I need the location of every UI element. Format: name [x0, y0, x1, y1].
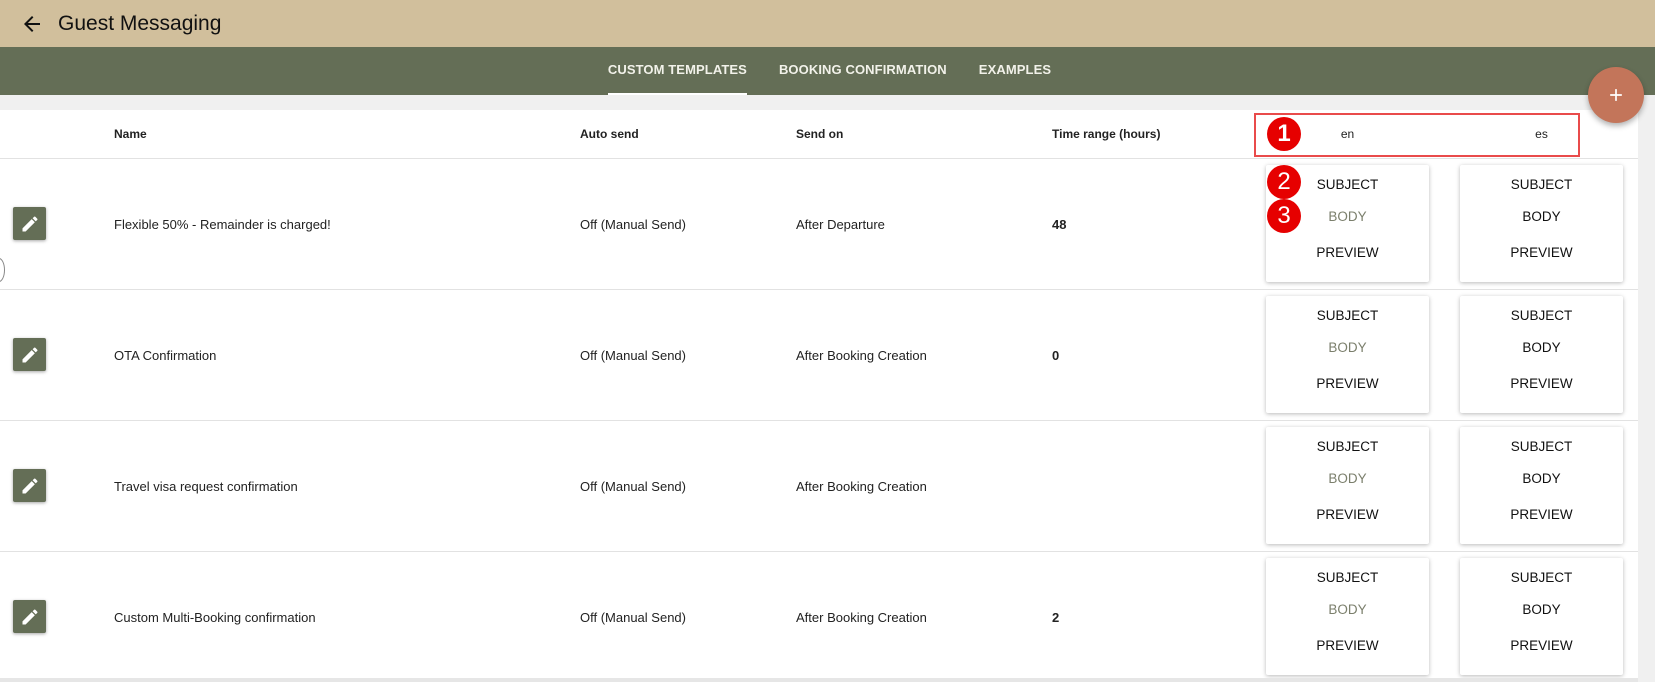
header-name: Name: [114, 127, 147, 141]
row-time-range: 48: [1052, 216, 1067, 232]
edit-button[interactable]: [13, 338, 46, 371]
template-card-es: SUBJECT BODY PREVIEW: [1460, 296, 1623, 413]
preview-button[interactable]: PREVIEW: [1266, 638, 1429, 653]
header-send-on: Send on: [796, 127, 844, 141]
table-row: Custom Multi-Booking confirmation Off (M…: [0, 552, 1638, 682]
subject-button[interactable]: SUBJECT: [1460, 439, 1623, 454]
template-card-es: SUBJECT BODY PREVIEW: [1460, 427, 1623, 544]
row-auto-send: Off (Manual Send): [580, 347, 686, 363]
preview-button[interactable]: PREVIEW: [1266, 507, 1429, 522]
annotation-marker-2: 2: [1267, 165, 1301, 199]
back-arrow-icon[interactable]: [20, 12, 44, 36]
row-name: OTA Confirmation: [114, 347, 217, 363]
row-auto-send: Off (Manual Send): [580, 478, 686, 494]
tab-custom-templates[interactable]: CUSTOM TEMPLATES: [592, 47, 763, 95]
template-card-en: SUBJECT BODY PREVIEW: [1266, 427, 1429, 544]
row-time-range: 2: [1052, 610, 1060, 625]
pencil-icon: [22, 608, 38, 624]
body-button[interactable]: BODY: [1460, 471, 1623, 486]
pencil-icon: [22, 215, 38, 231]
row-time-range: 0: [1052, 347, 1060, 363]
tab-examples[interactable]: EXAMPLES: [963, 47, 1067, 95]
pencil-icon: [22, 346, 38, 362]
body-button[interactable]: BODY: [1460, 209, 1623, 224]
row-name: Flexible 50% - Remainder is charged!: [114, 216, 331, 232]
annotation-marker-3: 3: [1267, 199, 1301, 233]
body-button[interactable]: BODY: [1266, 340, 1429, 355]
template-card-en: SUBJECT BODY PREVIEW: [1266, 558, 1429, 675]
header-auto-send: Auto send: [580, 127, 639, 141]
subject-button[interactable]: SUBJECT: [1266, 570, 1429, 585]
edit-button[interactable]: [13, 207, 46, 240]
subject-button[interactable]: SUBJECT: [1460, 177, 1623, 192]
table-row: Travel visa request confirmation Off (Ma…: [0, 421, 1638, 552]
subject-button[interactable]: SUBJECT: [1266, 439, 1429, 454]
header-time-range: Time range (hours): [1052, 127, 1161, 141]
subject-button[interactable]: SUBJECT: [1266, 308, 1429, 323]
page-title: Guest Messaging: [58, 11, 222, 35]
app-header: Guest Messaging: [0, 0, 1655, 47]
edit-button[interactable]: [13, 469, 46, 502]
row-send-on: After Booking Creation: [796, 478, 927, 494]
preview-button[interactable]: PREVIEW: [1266, 245, 1429, 260]
preview-button[interactable]: PREVIEW: [1266, 376, 1429, 391]
language-label-en: en: [1340, 127, 1355, 141]
tab-bar: CUSTOM TEMPLATES BOOKING CONFIRMATION EX…: [0, 47, 1655, 95]
add-template-button[interactable]: [1588, 67, 1644, 123]
preview-button[interactable]: PREVIEW: [1460, 245, 1623, 260]
templates-table: Name Auto send Send on Time range (hours…: [0, 110, 1638, 682]
plus-icon: [1610, 89, 1622, 101]
subject-button[interactable]: SUBJECT: [1460, 570, 1623, 585]
row-send-on: After Departure: [796, 216, 885, 232]
subject-button[interactable]: SUBJECT: [1460, 308, 1623, 323]
tab-booking-confirmation[interactable]: BOOKING CONFIRMATION: [763, 47, 963, 95]
body-button[interactable]: BODY: [1460, 602, 1623, 617]
page: Guest Messaging CUSTOM TEMPLATES BOOKING…: [0, 0, 1655, 682]
pencil-icon: [22, 477, 38, 493]
bottom-divider: [0, 678, 1638, 682]
row-auto-send: Off (Manual Send): [580, 610, 686, 625]
preview-button[interactable]: PREVIEW: [1460, 507, 1623, 522]
table-header: Name Auto send Send on Time range (hours…: [0, 110, 1638, 159]
template-card-es: SUBJECT BODY PREVIEW: [1460, 558, 1623, 675]
row-name: Travel visa request confirmation: [114, 478, 298, 494]
template-card-es: SUBJECT BODY PREVIEW: [1460, 165, 1623, 282]
body-button[interactable]: BODY: [1266, 471, 1429, 486]
row-name: Custom Multi-Booking confirmation: [114, 610, 316, 625]
template-card-en: SUBJECT BODY PREVIEW: [1266, 296, 1429, 413]
preview-button[interactable]: PREVIEW: [1460, 638, 1623, 653]
row-send-on: After Booking Creation: [796, 347, 927, 363]
body-button[interactable]: BODY: [1266, 602, 1429, 617]
row-auto-send: Off (Manual Send): [580, 216, 686, 232]
row-send-on: After Booking Creation: [796, 610, 927, 625]
table-row: Flexible 50% - Remainder is charged! Off…: [0, 159, 1638, 290]
preview-button[interactable]: PREVIEW: [1460, 376, 1623, 391]
edit-button[interactable]: [13, 600, 46, 633]
table-row: OTA Confirmation Off (Manual Send) After…: [0, 290, 1638, 421]
body-button[interactable]: BODY: [1460, 340, 1623, 355]
